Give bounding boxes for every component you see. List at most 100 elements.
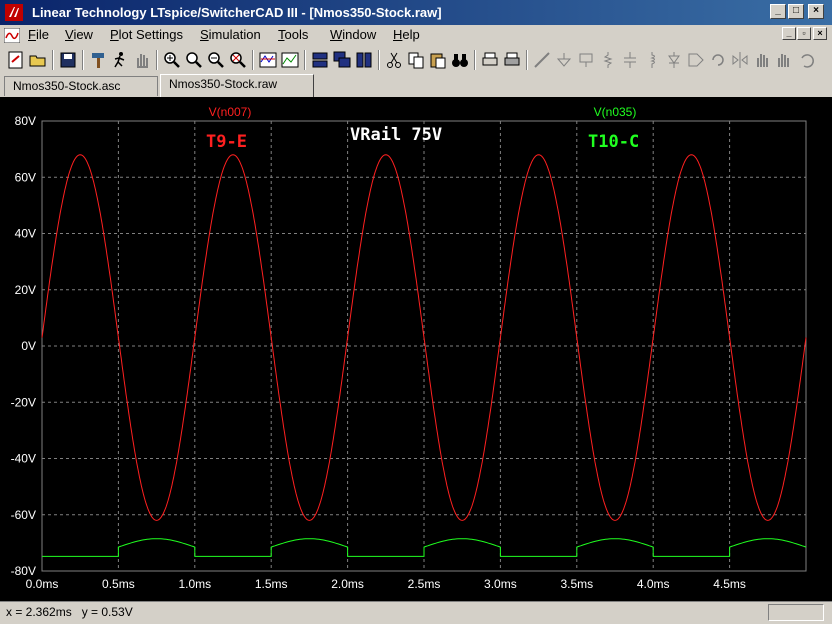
trace-label-n035[interactable]: V(n035) [594, 105, 637, 119]
pick-visible-traces-icon[interactable] [280, 50, 300, 70]
x-tick-label: 4.5ms [713, 577, 746, 591]
menu-window-rest: indow [342, 27, 377, 42]
y-axis-ticks: 80V 60V 40V 20V 0V -20V -40V -60V -80V [11, 114, 36, 578]
y-tick-label: -80V [11, 564, 36, 578]
cursor-readout: x = 2.362ms y = 0.53V [6, 605, 133, 619]
zoom-in-icon[interactable] [162, 50, 182, 70]
cascade-windows-icon[interactable] [332, 50, 352, 70]
ground-icon[interactable] [554, 50, 574, 70]
ltspice-logo-icon [5, 4, 23, 21]
close-button[interactable]: × [808, 4, 824, 19]
menu-file[interactable]: File [28, 27, 49, 42]
menu-bar: File View Plot Settings Simulation Tools… [0, 25, 832, 46]
menu-window[interactable]: Window [330, 27, 376, 42]
maximize-button[interactable]: □ [788, 4, 804, 19]
toolbar-separator [252, 50, 254, 70]
cut-icon[interactable] [384, 50, 404, 70]
y-tick-label: -20V [11, 395, 36, 409]
pan-icon[interactable] [184, 50, 204, 70]
menu-window-accel: W [330, 27, 343, 42]
plot-grid [41, 120, 807, 572]
menu-simulation[interactable]: Simulation [200, 27, 261, 42]
mdi-close-button[interactable]: × [813, 27, 827, 40]
tab-schematic[interactable]: Nmos350-Stock.asc [4, 76, 158, 96]
copy-icon[interactable] [406, 50, 426, 70]
run-simulation-icon[interactable] [110, 50, 130, 70]
window-title: Linear Technology LTspice/SwitcherCAD II… [32, 5, 442, 20]
trace-label-n007[interactable]: V(n007) [209, 105, 252, 119]
menu-tools[interactable]: Tools [278, 27, 308, 42]
mdi-minimize-button[interactable]: _ [782, 27, 796, 40]
tab-waveform-label: Nmos350-Stock.raw [169, 77, 278, 91]
y-tick-label: -60V [11, 508, 36, 522]
toolbar-separator [378, 50, 380, 70]
resistor-icon[interactable] [598, 50, 618, 70]
x-tick-label: 1.5ms [255, 577, 288, 591]
menu-file-rest: ile [35, 27, 49, 42]
mirror-icon[interactable] [730, 50, 750, 70]
minimize-button[interactable]: _ [770, 4, 786, 19]
annotation-vrail: VRail 75V [350, 125, 442, 145]
autorange-icon[interactable] [258, 50, 278, 70]
menu-help-accel: H [393, 27, 403, 42]
zoom-out-icon[interactable] [206, 50, 226, 70]
x-tick-label: 3.0ms [484, 577, 517, 591]
waveform-chart[interactable]: V(n007) V(n035) 80V 60V 40V 20V 0V -20V -40V -6… [0, 97, 832, 601]
move-hand-icon[interactable] [752, 50, 772, 70]
tab-waveform[interactable]: Nmos350-Stock.raw [160, 74, 314, 97]
menu-sim-accel: S [200, 27, 209, 42]
menu-plot-settings[interactable]: Plot Settings [110, 27, 183, 42]
undo-icon[interactable] [796, 50, 816, 70]
status-panel [768, 604, 824, 621]
menu-tools-rest: ools [284, 27, 309, 42]
menu-view-rest: iew [73, 27, 93, 42]
diode-icon[interactable] [664, 50, 684, 70]
print-icon[interactable] [502, 50, 522, 70]
paste-icon[interactable] [428, 50, 448, 70]
x-tick-label: 2.0ms [331, 577, 364, 591]
open-folder-icon[interactable] [28, 50, 48, 70]
y-tick-label: 60V [15, 170, 36, 184]
x-tick-label: 3.5ms [560, 577, 593, 591]
label-net-icon[interactable] [576, 50, 596, 70]
capacitor-icon[interactable] [620, 50, 640, 70]
toolbar-separator [474, 50, 476, 70]
x-tick-label: 4.0ms [637, 577, 670, 591]
menu-file-accel: F [28, 27, 36, 42]
waveform-doc-icon[interactable] [4, 28, 20, 43]
x-tick-label: 0.5ms [102, 577, 135, 591]
toolbar-separator [156, 50, 158, 70]
y-tick-label: 20V [15, 283, 36, 297]
menu-plot-accel: P [110, 27, 119, 42]
drag-hand-icon[interactable] [774, 50, 794, 70]
waveform-plot-pane[interactable]: V(n007) V(n035) 80V 60V 40V 20V 0V -20V -40V -6… [0, 97, 832, 601]
mdi-restore-button[interactable]: ▫ [797, 27, 811, 40]
y-tick-label: 80V [15, 114, 36, 128]
rotate-icon[interactable] [708, 50, 728, 70]
toolbar-separator [304, 50, 306, 70]
print-preview-icon[interactable] [480, 50, 500, 70]
control-panel-hammer-icon[interactable] [88, 50, 108, 70]
menu-view[interactable]: View [65, 27, 93, 42]
annotation-t10-c: T10-C [588, 132, 639, 152]
zoom-fit-icon[interactable] [228, 50, 248, 70]
save-icon[interactable] [58, 50, 78, 70]
toolbar-separator [526, 50, 528, 70]
annotation-t9-e: T9-E [206, 132, 247, 152]
y-tick-label: 40V [15, 227, 36, 241]
inductor-icon[interactable] [642, 50, 662, 70]
menu-sim-rest: imulation [208, 27, 261, 42]
toolbar-separator [52, 50, 54, 70]
draw-wire-icon[interactable] [532, 50, 552, 70]
menu-help-rest: elp [402, 27, 420, 42]
tile-vertical-icon[interactable] [354, 50, 374, 70]
tile-horizontal-icon[interactable] [310, 50, 330, 70]
new-schematic-icon[interactable] [6, 50, 26, 70]
find-binoculars-icon[interactable] [450, 50, 470, 70]
toolbar [0, 46, 832, 74]
y-tick-label: -40V [11, 452, 36, 466]
menu-help[interactable]: Help [393, 27, 420, 42]
component-icon[interactable] [686, 50, 706, 70]
halt-hand-icon[interactable] [132, 50, 152, 70]
status-bar: x = 2.362ms y = 0.53V [0, 601, 832, 624]
